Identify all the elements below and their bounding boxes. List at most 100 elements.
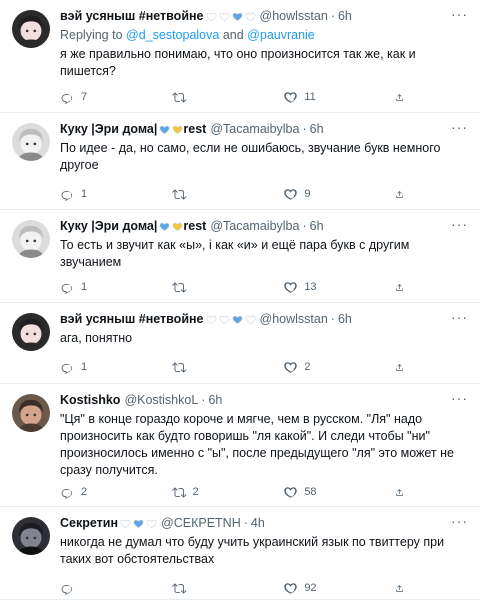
avatar[interactable] [12, 313, 50, 351]
like-button[interactable]: 92 [283, 579, 353, 597]
share-button[interactable] [395, 483, 410, 501]
like-icon [284, 361, 298, 373]
reply-button[interactable]: 1 [60, 185, 130, 203]
reply-count: 7 [81, 91, 88, 103]
reply-button[interactable]: 1 [60, 278, 130, 296]
avatar[interactable] [12, 10, 50, 48]
retweet-icon [171, 361, 187, 373]
share-button[interactable] [395, 185, 410, 203]
retweet-icon [171, 486, 187, 498]
reply-icon [61, 584, 73, 595]
heart-emoji-icon [146, 519, 157, 528]
display-name-suffix[interactable]: rest [183, 121, 206, 137]
tweet-text: никогда не думал что буду учить украинск… [60, 535, 445, 566]
timestamp[interactable]: 6h [338, 311, 352, 327]
tweet[interactable]: вэй усяныш #нетвойне @howlsstan · 6h ···… [0, 303, 480, 384]
heart-emoji-icon [159, 125, 170, 134]
more-options-icon[interactable]: ··· [451, 391, 468, 405]
display-name[interactable]: Kostishko [60, 392, 120, 408]
like-button[interactable]: 11 [283, 88, 353, 106]
share-button[interactable] [395, 278, 410, 296]
display-name[interactable]: Секретин [60, 515, 118, 531]
like-icon [284, 582, 298, 594]
retweet-button[interactable]: 2 [171, 483, 242, 501]
retweet-button[interactable] [171, 185, 242, 203]
more-options-icon[interactable]: ··· [451, 7, 468, 21]
tweet[interactable]: Kostishko @KostishkoL · 6h ··· "Ця" в ко… [0, 384, 480, 507]
tweet[interactable]: Секретин @СЕКРЕТNH · 4h ··· никогда не д… [0, 507, 480, 600]
like-button[interactable]: 2 [283, 358, 353, 376]
share-button[interactable] [395, 358, 410, 376]
like-button[interactable]: 9 [283, 185, 353, 203]
reply-button[interactable]: 7 [60, 88, 130, 106]
retweet-icon [171, 281, 187, 293]
reply-icon [61, 488, 73, 499]
mention-link[interactable]: @d_sestopalova [126, 28, 219, 42]
reply-count: 1 [81, 361, 88, 373]
reply-count: 1 [81, 188, 88, 200]
user-handle[interactable]: @Tacamaibylba [210, 121, 299, 137]
tweet-header: вэй усяныш #нетвойне @howlsstan · 6h [60, 8, 472, 24]
timestamp[interactable]: 6h [310, 121, 324, 137]
separator-dot: · [201, 393, 206, 407]
display-name[interactable]: вэй усяныш #нетвойне [60, 8, 204, 24]
timestamp[interactable]: 6h [310, 218, 324, 234]
separator-dot: · [330, 9, 335, 23]
user-handle[interactable]: @СЕКРЕТNH [161, 515, 241, 531]
retweet-button[interactable] [171, 278, 242, 296]
tweet-actions: 92 [60, 579, 410, 597]
mention-link[interactable]: @pauvranie [247, 28, 315, 42]
like-button[interactable]: 13 [283, 278, 353, 296]
avatar[interactable] [12, 394, 50, 432]
tweet[interactable]: Куку |Эри дома| rest @Tacamaibylba · 6h … [0, 210, 480, 303]
tweet-body: Kostishko @KostishkoL · 6h ··· "Ця" в ко… [60, 391, 472, 479]
tweet-text: "Ця" в конце гораздо короче и мягче, чем… [60, 412, 454, 477]
heart-emoji-icon [245, 315, 255, 324]
display-name[interactable]: Куку |Эри дома| [60, 218, 157, 234]
tweet[interactable]: вэй усяныш #нетвойне @howlsstan · 6h ···… [0, 0, 480, 113]
tweet-body: вэй усяныш #нетвойне @howlsstan · 6h ···… [60, 7, 472, 80]
tweet-header: Куку |Эри дома| rest @Tacamaibylba · 6h [60, 121, 472, 137]
more-options-icon[interactable]: ··· [451, 310, 468, 324]
timestamp[interactable]: 4h [251, 515, 265, 531]
tweet-actions: 2 2 58 [60, 483, 410, 501]
more-options-icon[interactable]: ··· [451, 217, 468, 231]
like-icon [284, 281, 298, 293]
retweet-button[interactable] [171, 358, 242, 376]
separator-dot: · [302, 219, 307, 233]
share-icon [396, 363, 403, 371]
heart-emoji-icon [232, 315, 242, 324]
display-name[interactable]: Куку |Эри дома| [60, 121, 157, 137]
tweet-body: Секретин @СЕКРЕТNH · 4h ··· никогда не д… [60, 514, 472, 568]
retweet-button[interactable] [171, 88, 242, 106]
tweet-actions: 1 9 [60, 185, 410, 203]
tweet-actions: 1 13 [60, 278, 410, 296]
more-options-icon[interactable]: ··· [451, 120, 468, 134]
more-options-icon[interactable]: ··· [451, 514, 468, 528]
display-name-suffix[interactable]: rest [183, 218, 206, 234]
display-name[interactable]: вэй усяныш #нетвойне [60, 311, 204, 327]
timestamp[interactable]: 6h [338, 8, 352, 24]
avatar[interactable] [12, 220, 50, 258]
heart-emoji-icon [172, 125, 183, 134]
user-handle[interactable]: @howlsstan [260, 8, 328, 24]
user-handle[interactable]: @Tacamaibylba [210, 218, 299, 234]
share-button[interactable] [395, 579, 410, 597]
share-button[interactable] [395, 88, 410, 106]
reply-button[interactable] [60, 579, 130, 597]
tweet[interactable]: Куку |Эри дома| rest @Tacamaibylba · 6h … [0, 113, 480, 210]
heart-emoji-icon [159, 222, 170, 231]
separator-dot: · [330, 312, 335, 326]
retweet-button[interactable] [171, 579, 242, 597]
avatar[interactable] [12, 517, 50, 555]
avatar[interactable] [12, 123, 50, 161]
reply-button[interactable]: 1 [60, 358, 130, 376]
tweet-header: Куку |Эри дома| rest @Tacamaibylba · 6h [60, 218, 472, 234]
reply-button[interactable]: 2 [60, 483, 130, 501]
tweet-text: я же правильно понимаю, что оно произнос… [60, 47, 416, 78]
like-button[interactable]: 58 [283, 483, 353, 501]
heart-emoji-icon [219, 315, 229, 324]
timestamp[interactable]: 6h [208, 392, 222, 408]
user-handle[interactable]: @KostishkoL [124, 392, 198, 408]
user-handle[interactable]: @howlsstan [260, 311, 328, 327]
